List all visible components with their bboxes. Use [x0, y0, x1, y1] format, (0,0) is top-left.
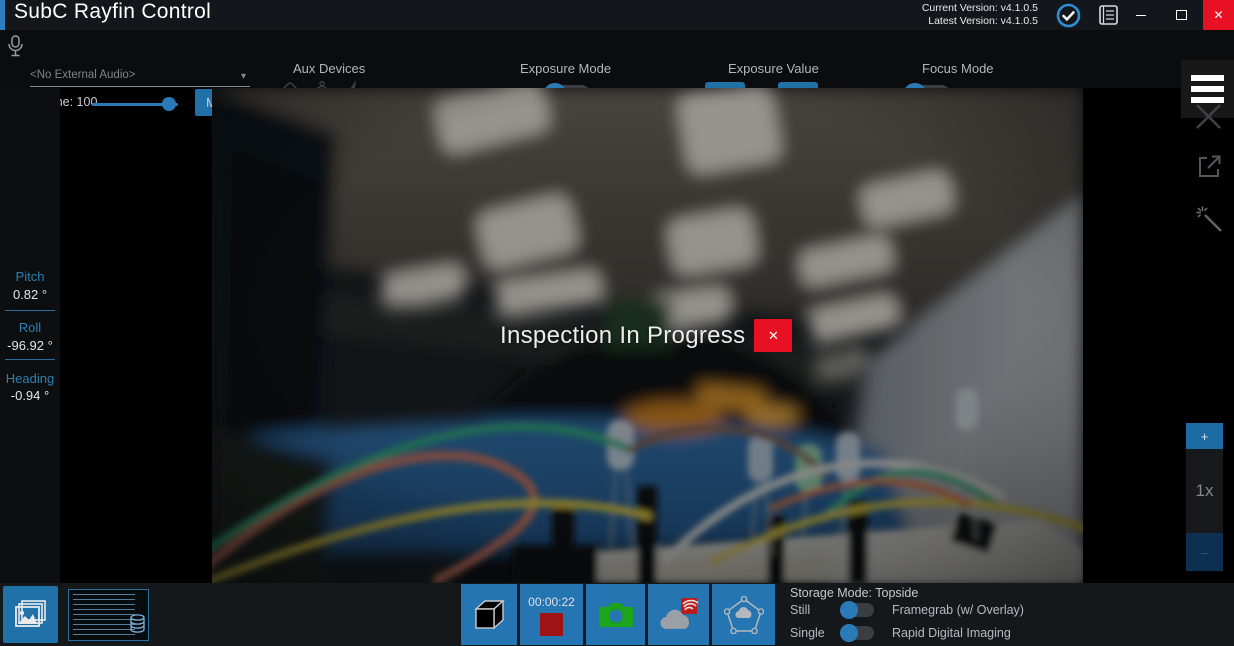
zoom-level: 1x	[1186, 449, 1223, 533]
network-share-button[interactable]	[712, 584, 775, 645]
pitch-label: Pitch	[0, 269, 60, 284]
external-link-icon	[1197, 154, 1222, 179]
stop-record-icon	[540, 613, 563, 636]
inspection-status-text: Inspection In Progress	[500, 322, 745, 350]
roll-value: -96.92 °	[0, 338, 60, 353]
still-mode-row: Still Framegrab (w/ Overlay)	[790, 603, 1024, 617]
latest-version: Latest Version: v4.1.0.5	[922, 15, 1038, 28]
toggle-knob	[840, 624, 858, 642]
network-pentagon-icon	[724, 596, 764, 634]
close-icon: ✕	[1213, 8, 1223, 22]
roll-label: Roll	[0, 320, 60, 335]
capture-still-button[interactable]	[586, 584, 645, 645]
cloud-signal-icon	[659, 598, 699, 632]
single-label: Single	[790, 626, 842, 640]
title-accent-bar	[0, 0, 5, 30]
single-option-label: Rapid Digital Imaging	[892, 626, 1011, 640]
close-view-button[interactable]	[1195, 103, 1222, 135]
zoom-in-button[interactable]: +	[1186, 423, 1223, 449]
update-check-icon[interactable]	[1056, 3, 1081, 33]
record-button[interactable]: 00:00:22	[520, 584, 583, 645]
database-icon	[129, 614, 146, 638]
app-title: SubC Rayfin Control	[14, 0, 211, 24]
focus-mode-label: Focus Mode	[922, 61, 994, 76]
still-option-label: Framegrab (w/ Overlay)	[892, 603, 1024, 617]
toggle-knob	[840, 601, 858, 619]
single-mode-toggle[interactable]	[842, 626, 874, 640]
dropdown-caret-icon: ▾	[241, 68, 246, 86]
maximize-icon	[1176, 10, 1187, 20]
close-button[interactable]: ✕	[1203, 0, 1234, 30]
magic-wand-icon	[1196, 206, 1223, 233]
telemetry-divider	[5, 359, 55, 360]
maximize-button[interactable]	[1162, 0, 1200, 30]
gallery-button[interactable]	[3, 586, 58, 643]
zoom-out-button[interactable]: –	[1186, 533, 1223, 571]
exposure-value-label: Exposure Value	[728, 61, 819, 76]
cloud-upload-button[interactable]	[648, 584, 709, 645]
version-info: Current Version: v4.1.0.5 Latest Version…	[922, 2, 1038, 28]
telemetry-sidebar	[0, 88, 60, 583]
single-mode-row: Single Rapid Digital Imaging	[790, 626, 1011, 640]
slider-knob[interactable]	[162, 97, 176, 111]
title-bar: SubC Rayfin Control Current Version: v4.…	[0, 0, 1234, 30]
audio-source-value: <No External Audio>	[30, 69, 136, 81]
control-bar: <No External Audio> ▾ Mic Volume: 100 Mu…	[0, 30, 1234, 88]
recording-timer: 00:00:22	[528, 595, 575, 609]
minimize-icon	[1136, 15, 1146, 16]
stop-inspection-button[interactable]: ✕	[754, 319, 792, 352]
aux-devices-label: Aux Devices	[293, 61, 365, 76]
bottom-bar: 00:00:22	[0, 583, 1234, 646]
camera-icon	[597, 601, 635, 629]
still-label: Still	[790, 603, 842, 617]
pitch-value: 0.82 °	[0, 287, 60, 302]
enhance-button[interactable]	[1196, 206, 1223, 238]
capture-button-strip: 00:00:22	[461, 584, 775, 645]
current-version: Current Version: v4.1.0.5	[922, 2, 1038, 15]
popout-view-button[interactable]	[1197, 154, 1222, 184]
mic-volume-slider[interactable]	[92, 97, 178, 111]
inspection-overlay: Inspection In Progress ✕	[500, 319, 792, 352]
close-x-icon	[1195, 103, 1222, 130]
log-console-panel[interactable]	[68, 589, 149, 641]
audio-source-select[interactable]: <No External Audio> ▾	[30, 66, 250, 87]
3d-model-button[interactable]	[461, 584, 517, 645]
exposure-mode-label: Exposure Mode	[520, 61, 611, 76]
microphone-icon	[7, 35, 24, 63]
app-window: SubC Rayfin Control Current Version: v4.…	[0, 0, 1234, 646]
hamburger-icon	[1191, 75, 1224, 81]
zoom-control: + 1x –	[1186, 423, 1223, 571]
still-mode-toggle[interactable]	[842, 603, 874, 617]
gallery-icon	[14, 599, 48, 631]
log-lines	[73, 594, 135, 636]
telemetry-divider	[5, 310, 55, 311]
log-book-icon[interactable]	[1098, 5, 1119, 30]
storage-mode-label: Storage Mode: Topside	[790, 586, 918, 600]
close-icon: ✕	[768, 328, 779, 344]
minimize-button[interactable]	[1122, 0, 1160, 30]
heading-label: Heading	[0, 371, 60, 386]
heading-value: -0.94 °	[0, 388, 60, 403]
cube-icon	[471, 597, 507, 633]
